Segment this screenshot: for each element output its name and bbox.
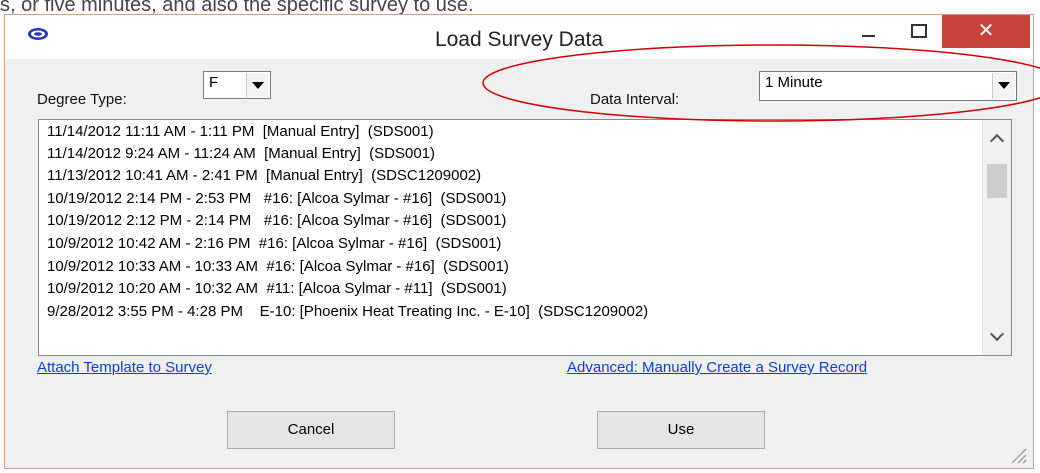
scroll-thumb[interactable]: [987, 164, 1007, 198]
chevron-down-icon[interactable]: [246, 73, 269, 97]
list-item[interactable]: 10/19/2012 2:12 PM - 2:14 PM #16: [Alcoa…: [47, 211, 506, 230]
list-item[interactable]: 11/14/2012 11:11 AM - 1:11 PM [Manual En…: [47, 122, 434, 141]
close-button[interactable]: ✕: [942, 15, 1030, 48]
use-button[interactable]: Use: [597, 411, 765, 449]
list-item[interactable]: 11/13/2012 10:41 AM - 2:41 PM [Manual En…: [47, 166, 481, 185]
manual-survey-record-link[interactable]: Advanced: Manually Create a Survey Recor…: [567, 359, 867, 376]
data-interval-select[interactable]: 1 Minute: [759, 71, 1017, 101]
attach-template-link[interactable]: Attach Template to Survey: [37, 359, 212, 376]
list-item[interactable]: 10/19/2012 2:14 PM - 2:53 PM #16: [Alcoa…: [47, 189, 506, 208]
list-item[interactable]: 10/9/2012 10:20 AM - 10:32 AM #11: [Alco…: [47, 279, 507, 298]
survey-list[interactable]: 11/14/2012 11:11 AM - 1:11 PM [Manual En…: [38, 119, 1012, 356]
data-interval-label: Data Interval:: [590, 91, 680, 108]
maximize-button[interactable]: [896, 19, 940, 47]
close-icon: ✕: [977, 20, 995, 42]
load-survey-dialog: Load Survey Data ✕ Degree Type: F Data I…: [4, 14, 1034, 469]
chevron-down-icon[interactable]: [992, 73, 1015, 99]
minimize-button[interactable]: [848, 19, 892, 47]
title-bar[interactable]: Load Survey Data ✕: [5, 15, 1033, 59]
vertical-scrollbar[interactable]: [982, 120, 1011, 355]
degree-type-select[interactable]: F: [203, 71, 271, 99]
degree-type-label: Degree Type:: [37, 91, 127, 108]
scroll-down-icon[interactable]: [989, 326, 1005, 342]
list-item[interactable]: 11/14/2012 9:24 AM - 11:24 AM [Manual En…: [47, 144, 435, 163]
list-item[interactable]: 10/9/2012 10:33 AM - 10:33 AM #16: [Alco…: [47, 257, 509, 276]
scroll-up-icon[interactable]: [989, 133, 1005, 149]
degree-type-value: F: [209, 74, 219, 91]
list-item[interactable]: 9/28/2012 3:55 PM - 4:28 PM E-10: [Phoen…: [47, 302, 648, 321]
data-interval-value: 1 Minute: [765, 74, 823, 91]
resize-grip-icon[interactable]: [1009, 446, 1027, 464]
cancel-button[interactable]: Cancel: [227, 411, 395, 449]
list-item[interactable]: 10/9/2012 10:42 AM - 2:16 PM #16: [Alcoa…: [47, 234, 501, 253]
